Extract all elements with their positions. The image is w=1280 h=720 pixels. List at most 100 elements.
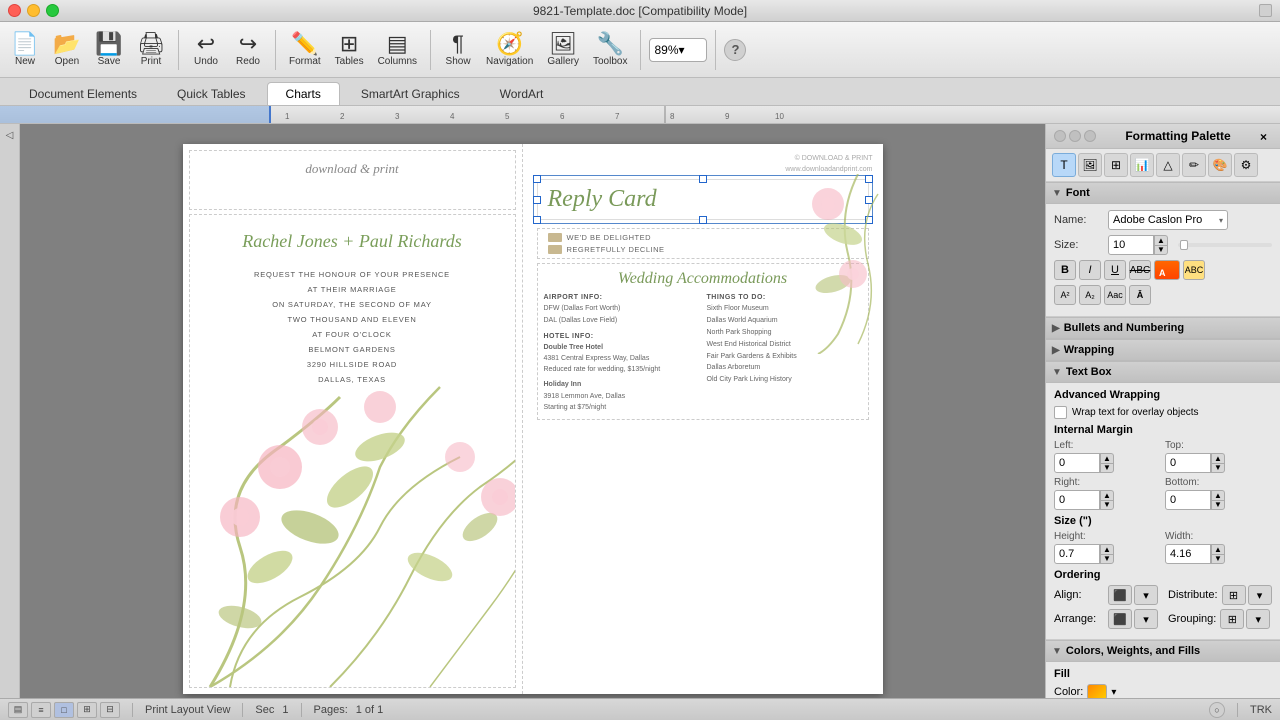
width-up[interactable]: ▲ — [1211, 544, 1225, 554]
palette-icon-image[interactable]: 🖼 — [1078, 153, 1102, 177]
save-button[interactable]: 💾 Save — [90, 26, 128, 74]
grouping-btn[interactable]: ⊞ — [1220, 609, 1244, 629]
tab-charts[interactable]: Charts — [267, 82, 340, 105]
zoom-control[interactable]: 89% ▾ — [649, 38, 707, 62]
palette-icon-shape[interactable]: △ — [1156, 153, 1180, 177]
fill-color-dropdown[interactable]: ▾ — [1111, 687, 1116, 698]
textbox-section-header[interactable]: ▼ Text Box — [1046, 361, 1280, 383]
palette-icon-settings[interactable]: ⚙ — [1234, 153, 1258, 177]
minimize-button[interactable] — [27, 4, 40, 17]
font-size-slider[interactable] — [1178, 243, 1272, 247]
toolbox-button[interactable]: 🔧 Toolbox — [588, 26, 632, 74]
superscript-button[interactable]: A² — [1054, 285, 1076, 305]
maximize-button[interactable] — [46, 4, 59, 17]
palette-icon-table[interactable]: ⊞ — [1104, 153, 1128, 177]
left-up[interactable]: ▲ — [1100, 453, 1114, 463]
align-left-btn[interactable]: ⬛ — [1108, 585, 1132, 605]
format-button[interactable]: ✏️ Format — [284, 26, 326, 74]
top-input[interactable]: 0 — [1165, 453, 1211, 473]
fill-color-swatch[interactable] — [1087, 684, 1107, 698]
grouping-dropdown[interactable]: ▾ — [1246, 609, 1270, 629]
italic-button[interactable]: I — [1079, 260, 1101, 280]
handle-mid-right[interactable] — [865, 196, 873, 204]
font-size-down[interactable]: ▼ — [1154, 245, 1168, 255]
view-btn-3[interactable]: □ — [54, 702, 74, 718]
right-down[interactable]: ▼ — [1100, 500, 1114, 510]
handle-bot-left[interactable] — [533, 216, 541, 224]
tab-smartart-graphics[interactable]: SmartArt Graphics — [342, 82, 479, 105]
wrapping-section-header[interactable]: ▶ Wrapping — [1046, 339, 1280, 361]
bottom-up[interactable]: ▲ — [1211, 490, 1225, 500]
width-down[interactable]: ▼ — [1211, 554, 1225, 564]
navigation-button[interactable]: 🧭 Navigation — [481, 26, 538, 74]
handle-top-right[interactable] — [865, 175, 873, 183]
handle-bot-right[interactable] — [865, 216, 873, 224]
handle-top-mid[interactable] — [699, 175, 707, 183]
tab-wordart[interactable]: WordArt — [481, 82, 563, 105]
width-input[interactable]: 4.16 — [1165, 544, 1211, 564]
arrange-dropdown[interactable]: ▾ — [1134, 609, 1158, 629]
height-input[interactable]: 0.7 — [1054, 544, 1100, 564]
colors-section-header[interactable]: ▼ Colors, Weights, and Fills — [1046, 640, 1280, 662]
palette-ctrl-2[interactable] — [1069, 130, 1081, 142]
font-size-input[interactable]: 10 — [1108, 235, 1154, 255]
view-btn-2[interactable]: ≡ — [31, 702, 51, 718]
top-down[interactable]: ▼ — [1211, 463, 1225, 473]
collapse-button[interactable] — [1259, 4, 1272, 17]
clear-format-button[interactable]: Ā — [1129, 285, 1151, 305]
height-up[interactable]: ▲ — [1100, 544, 1114, 554]
tab-quick-tables[interactable]: Quick Tables — [158, 82, 264, 105]
redo-button[interactable]: ↪ Redo — [229, 26, 267, 74]
bottom-down[interactable]: ▼ — [1211, 500, 1225, 510]
underline-button[interactable]: U — [1104, 260, 1126, 280]
highlight-button[interactable]: ABC — [1183, 260, 1205, 280]
right-input[interactable]: 0 — [1054, 490, 1100, 510]
new-button[interactable]: 📄 New — [6, 26, 44, 74]
palette-icon-pen[interactable]: ✏ — [1182, 153, 1206, 177]
palette-icon-color[interactable]: 🎨 — [1208, 153, 1232, 177]
align-dropdown[interactable]: ▾ — [1134, 585, 1158, 605]
left-panel-icon[interactable]: ◁ — [6, 130, 14, 141]
height-down[interactable]: ▼ — [1100, 554, 1114, 564]
handle-bot-mid[interactable] — [699, 216, 707, 224]
handle-mid-left[interactable] — [533, 196, 541, 204]
close-button[interactable] — [8, 4, 21, 17]
bottom-input[interactable]: 0 — [1165, 490, 1211, 510]
palette-icon-chart[interactable]: 📊 — [1130, 153, 1154, 177]
columns-button[interactable]: ▤ Columns — [373, 26, 422, 74]
open-button[interactable]: 📂 Open — [48, 26, 86, 74]
palette-ctrl-3[interactable] — [1084, 130, 1096, 142]
font-section-header[interactable]: ▼ Font — [1046, 182, 1280, 204]
tables-button[interactable]: ⊞ Tables — [330, 26, 369, 74]
styles-button[interactable]: Aac — [1104, 285, 1126, 305]
print-button[interactable]: 🖨 Print — [132, 26, 170, 74]
reply-card-container[interactable]: Reply Card — [537, 179, 869, 220]
show-button[interactable]: ¶ Show — [439, 26, 477, 74]
palette-close[interactable]: × — [1260, 130, 1272, 142]
strikethrough-button[interactable]: ABC — [1129, 260, 1151, 280]
left-down[interactable]: ▼ — [1100, 463, 1114, 473]
palette-icon-text[interactable]: T — [1052, 153, 1076, 177]
status-circle-icon[interactable]: ○ — [1209, 702, 1225, 718]
left-input[interactable]: 0 — [1054, 453, 1100, 473]
font-name-dropdown[interactable]: Adobe Caslon Pro ▾ — [1108, 210, 1228, 230]
palette-ctrl-1[interactable] — [1054, 130, 1066, 142]
view-btn-1[interactable]: ▤ — [8, 702, 28, 718]
view-btn-5[interactable]: ⊟ — [100, 702, 120, 718]
view-btn-4[interactable]: ⊞ — [77, 702, 97, 718]
undo-button[interactable]: ↩ Undo — [187, 26, 225, 74]
distribute-btn[interactable]: ⊞ — [1222, 585, 1246, 605]
help-button[interactable]: ? — [724, 39, 746, 61]
font-size-up[interactable]: ▲ — [1154, 235, 1168, 245]
bold-button[interactable]: B — [1054, 260, 1076, 280]
font-color-swatch[interactable]: A — [1154, 260, 1180, 280]
right-up[interactable]: ▲ — [1100, 490, 1114, 500]
arrange-btn[interactable]: ⬛ — [1108, 609, 1132, 629]
handle-top-left[interactable] — [533, 175, 541, 183]
zoom-dropdown-arrow[interactable]: ▾ — [679, 43, 703, 57]
gallery-button[interactable]: 🖼 Gallery — [542, 26, 584, 74]
subscript-button[interactable]: A₂ — [1079, 285, 1101, 305]
bullets-section-header[interactable]: ▶ Bullets and Numbering — [1046, 317, 1280, 339]
doc-area[interactable]: download & print — [20, 124, 1045, 698]
top-up[interactable]: ▲ — [1211, 453, 1225, 463]
